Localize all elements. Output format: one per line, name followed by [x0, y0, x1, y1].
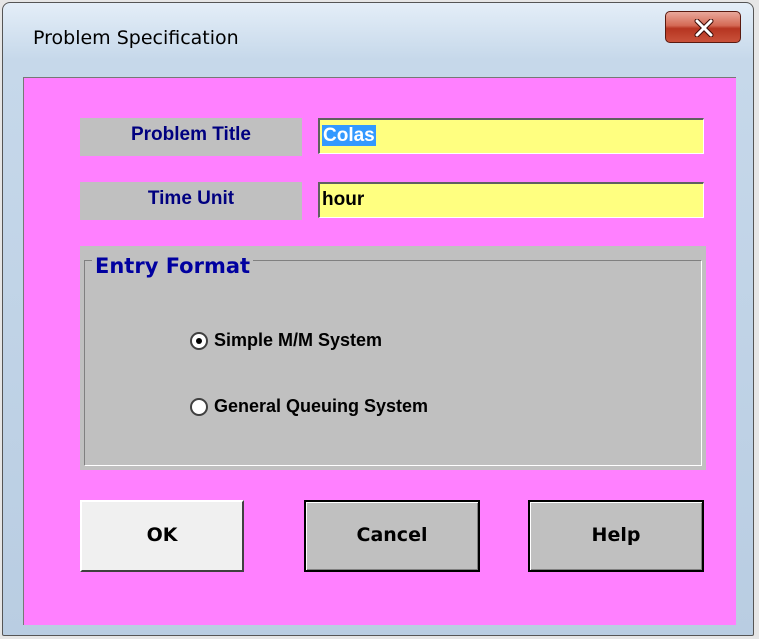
close-icon	[694, 19, 714, 37]
entry-format-group: Entry Format Simple M/M System General Q…	[80, 246, 706, 470]
radio-dot	[196, 338, 202, 344]
radio-unselected-icon[interactable]	[190, 398, 208, 416]
entry-format-legend: Entry Format	[92, 254, 254, 278]
dialog-window: Problem Specification Problem Title Cola…	[2, 2, 754, 636]
problem-title-input[interactable]: Colas	[318, 118, 704, 154]
radio-label-general-queuing: General Queuing System	[214, 396, 429, 416]
cancel-button[interactable]: Cancel	[304, 500, 480, 572]
window-title: Problem Specification	[33, 27, 239, 49]
entry-format-frame	[84, 260, 702, 466]
time-unit-input[interactable]: hour	[318, 182, 704, 218]
radio-label-simple-mm: Simple M/M System	[214, 330, 383, 350]
time-unit-value: hour	[322, 189, 365, 210]
problem-title-label: Problem Title	[80, 118, 302, 156]
ok-button[interactable]: OK	[80, 500, 244, 572]
dialog-client-area: Problem Title Colas Time Unit hour Entry…	[23, 77, 736, 625]
title-bar[interactable]: Problem Specification	[3, 3, 753, 77]
problem-title-value: Colas	[322, 125, 376, 146]
time-unit-label: Time Unit	[80, 182, 302, 220]
close-button[interactable]	[665, 11, 741, 43]
help-button[interactable]: Help	[528, 500, 704, 572]
radio-selected-icon[interactable]	[190, 332, 208, 350]
